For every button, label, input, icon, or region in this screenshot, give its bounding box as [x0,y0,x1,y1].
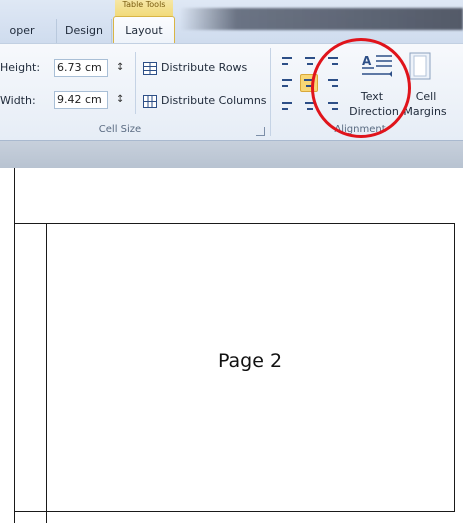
tab-layout[interactable]: Layout [113,16,175,44]
width-spin-icon[interactable]: ↕ [116,91,124,109]
table-border-right [454,223,455,511]
cell-size-group-label: Cell Size [98,124,142,135]
height-label: Height: [0,61,41,74]
group-separator [135,52,136,114]
distribute-columns-icon [143,95,157,108]
cell-margins-label-line2: Margins [403,105,447,118]
align-top-center-button[interactable] [303,55,317,67]
align-center-left-button[interactable] [280,77,294,89]
distribute-columns-label: Distribute Columns [161,94,267,107]
contextual-tab-header: Table Tools [115,0,173,16]
tab-design[interactable]: Design [56,19,112,43]
distribute-columns-button[interactable]: Distribute Columns [143,94,267,110]
ruler-area [0,141,463,168]
distribute-rows-button[interactable]: Distribute Rows [143,61,263,77]
group-separator [270,48,271,136]
distribute-rows-icon [143,62,157,75]
window-title-band [180,8,463,30]
align-top-left-button[interactable] [280,55,294,67]
width-input[interactable]: 9.42 cm [54,91,108,109]
cell-margins-icon [409,52,431,80]
highlight-circle-annotation [311,38,411,138]
align-bottom-left-button[interactable] [280,100,294,112]
cell-margins-label-line1: Cell [415,90,437,103]
tab-developer-partial[interactable]: oper [0,19,44,43]
height-spin-icon[interactable]: ↕ [116,59,124,77]
height-input[interactable]: 6.73 cm [54,59,108,77]
page-left-edge [14,168,15,523]
page-label: Page 2 [217,350,283,372]
distribute-rows-label: Distribute Rows [161,61,248,74]
dialog-launcher-icon[interactable] [256,127,265,136]
width-label: Width: [0,94,36,107]
table-border-bottom [14,511,455,512]
